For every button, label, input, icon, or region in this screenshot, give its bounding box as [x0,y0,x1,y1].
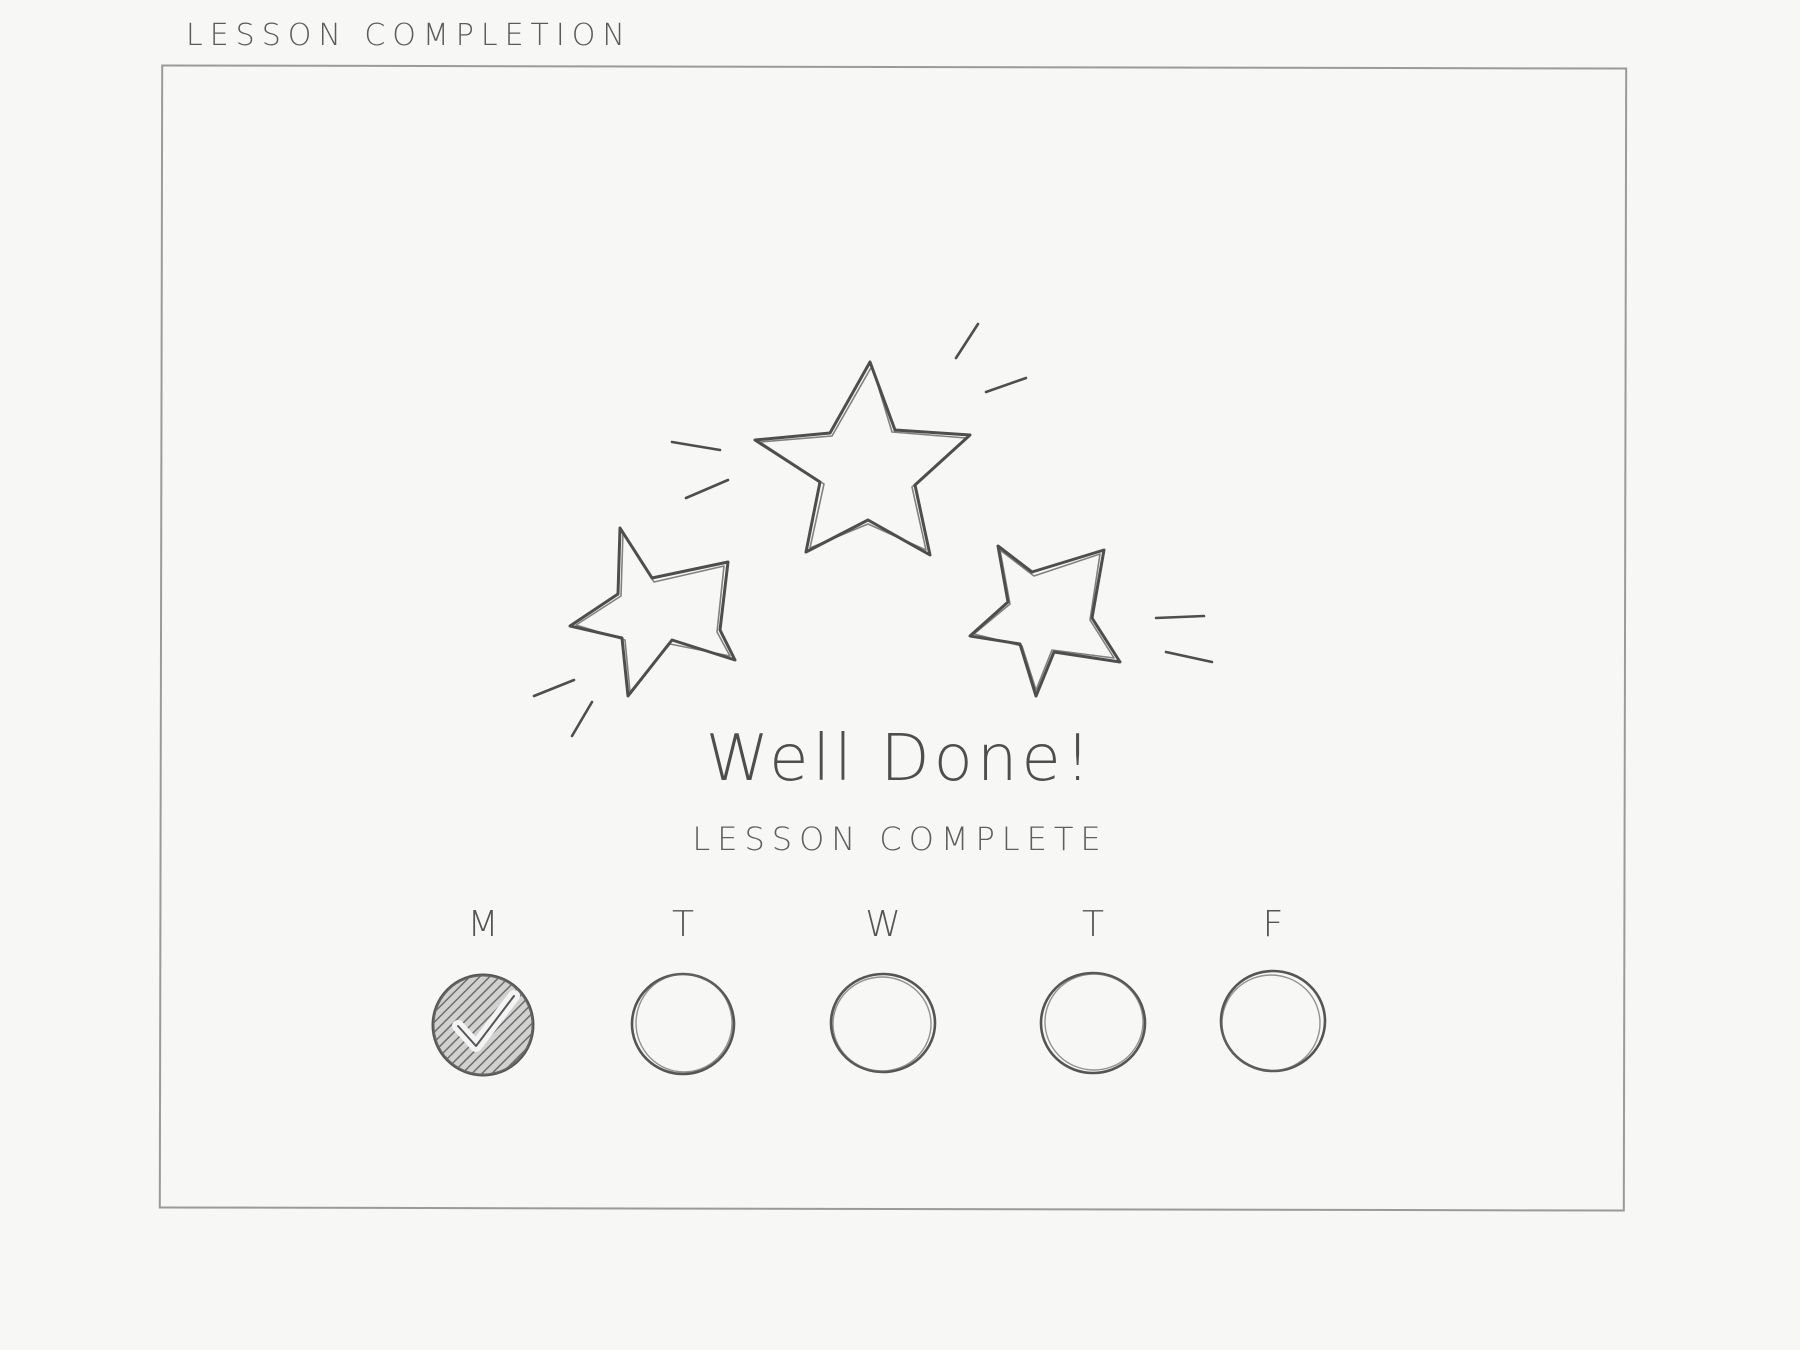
day-letter: F [1262,904,1284,945]
empty-circle-icon [628,968,738,1078]
star-icon [753,360,972,557]
star-icon [968,544,1122,698]
day-letter: T [672,904,694,945]
sketch-page: LESSON COMPLETION Well Done! LESSON COMP… [0,0,1800,1350]
day-letter: T [1082,904,1104,945]
star-rating-graphic [532,322,1214,738]
sparkle-lines [532,322,1214,738]
weekly-streak: M T W T F [0,900,1800,1080]
day-letter: W [865,904,901,945]
star-rating [500,300,1260,760]
well-done-heading: Well Done! [705,722,1095,796]
empty-circle-icon [828,968,938,1078]
sheet-title: LESSON COMPLETION [186,18,632,53]
day-monday[interactable]: M [423,900,543,1078]
day-wednesday[interactable]: W [823,900,943,1078]
checkmark-icon [428,968,538,1078]
star-icon [568,526,737,698]
day-friday[interactable]: F [1213,900,1333,1078]
empty-circle-icon [1218,968,1328,1078]
empty-circle-icon [1038,968,1148,1078]
day-letter: M [467,904,499,945]
lesson-complete-label: LESSON COMPLETE [692,820,1108,858]
day-thursday[interactable]: T [1033,900,1153,1078]
day-tuesday[interactable]: T [623,900,743,1078]
